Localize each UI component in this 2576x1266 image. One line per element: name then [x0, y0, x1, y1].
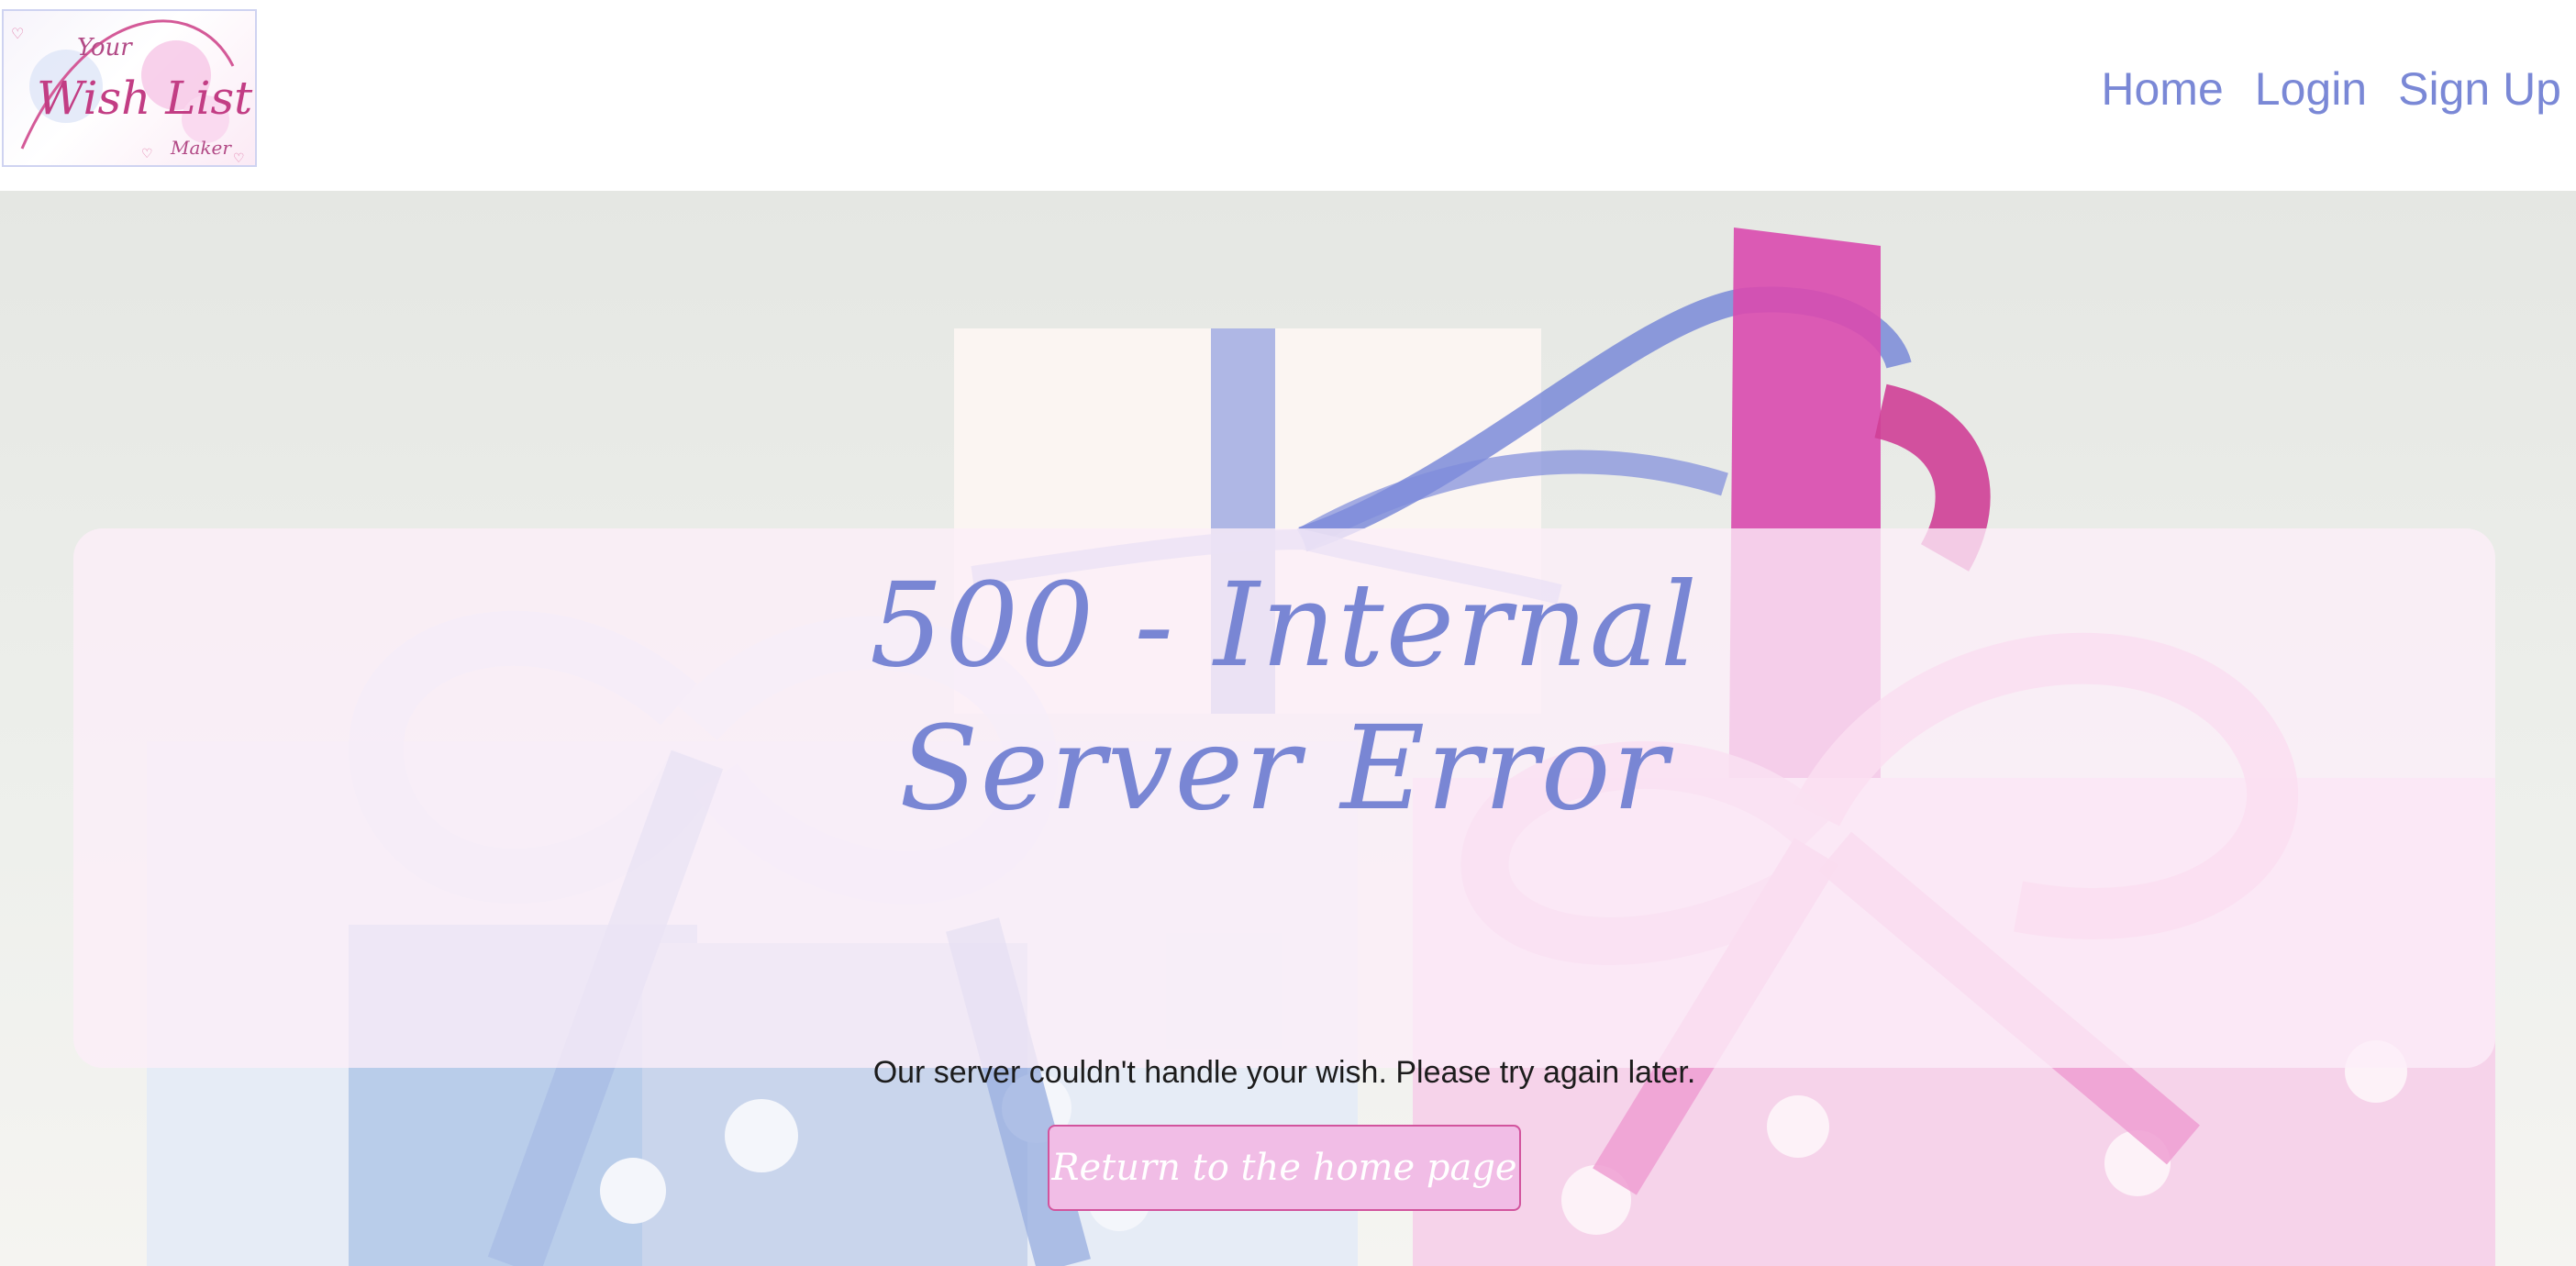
main-nav: Home Login Sign Up: [2101, 59, 2561, 119]
nav-login-link[interactable]: Login: [2255, 59, 2367, 119]
nav-signup-link[interactable]: Sign Up: [2398, 59, 2561, 119]
logo-text-bottom: Maker: [170, 137, 232, 159]
hero-background: 500 - Internal Server Error Our server c…: [0, 191, 2576, 1266]
return-home-button[interactable]: Return to the home page: [1048, 1125, 1521, 1211]
nav-home-link[interactable]: Home: [2101, 59, 2223, 119]
error-title: 500 - Internal Server Error: [869, 558, 1700, 836]
site-header: ♡ ♡ ♡ Your Wish List Maker Home Login Si…: [0, 0, 2576, 191]
svg-text:♡: ♡: [233, 151, 245, 166]
logo-text-top: Your: [77, 34, 133, 61]
wish-list-maker-logo[interactable]: ♡ ♡ ♡ Your Wish List Maker: [2, 9, 257, 167]
svg-text:♡: ♡: [11, 25, 24, 42]
logo-text-main: Wish List: [37, 72, 253, 125]
error-message: Our server couldn't handle your wish. Pl…: [872, 1055, 1696, 1090]
svg-text:♡: ♡: [141, 147, 153, 161]
